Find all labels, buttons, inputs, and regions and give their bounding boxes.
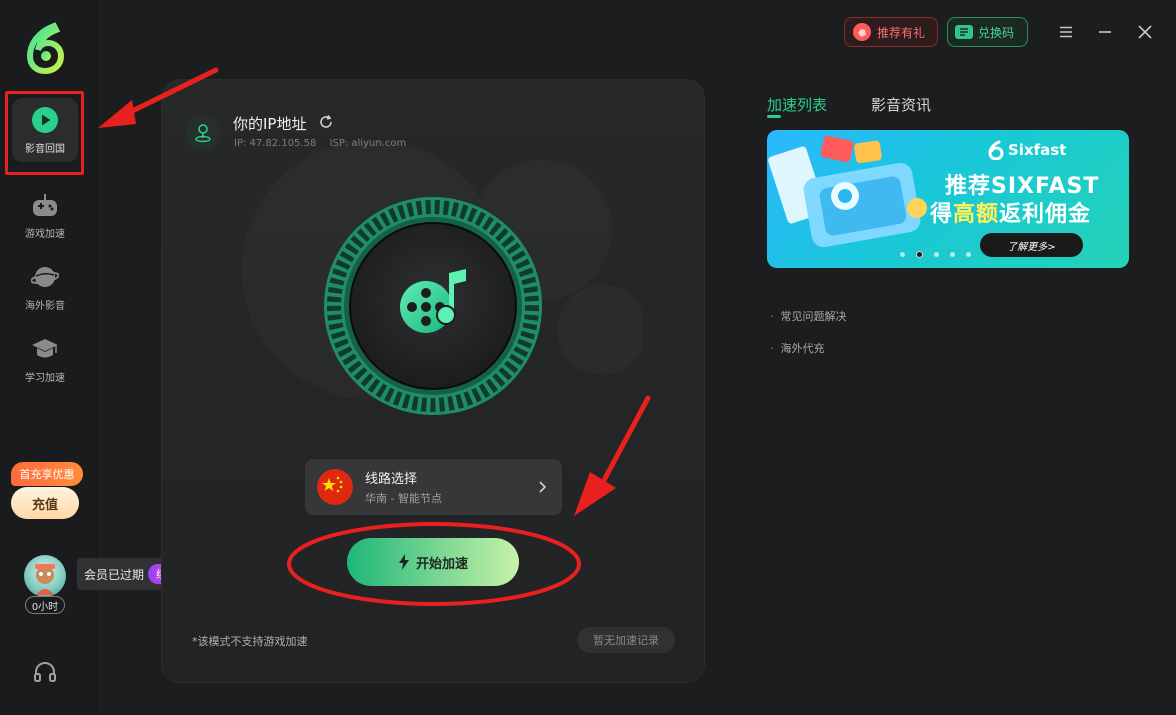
first-recharge-badge: 首充享优惠 [11, 462, 83, 486]
start-acceleration-label: 开始加速 [415, 555, 468, 571]
carousel-dots [900, 251, 971, 258]
tab-acceleration-list[interactable]: 加速列表 [767, 94, 827, 115]
redeem-code-label: 兑换码 [978, 25, 1015, 40]
refresh-icon[interactable] [317, 113, 335, 131]
sidebar-item-label: 影音回国 [25, 143, 65, 155]
carousel-dot[interactable] [966, 252, 971, 257]
recharge-button[interactable]: 充值 [11, 487, 79, 519]
remaining-hours: 0小时 [25, 596, 65, 614]
ticket-icon [955, 25, 973, 39]
play-circle-icon [30, 106, 60, 134]
ip-address-title: 你的IP地址 [233, 115, 307, 133]
referral-gift-button[interactable]: 推荐有礼 [844, 17, 938, 47]
carousel-dot[interactable] [950, 252, 955, 257]
close-icon[interactable] [1135, 22, 1155, 42]
active-tab-indicator [767, 115, 781, 118]
gamepad-icon [30, 191, 60, 219]
referral-gift-label: 推荐有礼 [877, 25, 926, 40]
sidebar: 影音回国 游戏加速 海外影音 学习加速 首充享优惠 充值 0小时 [0, 0, 101, 715]
ip-value: IP: 47.82.105.58 [234, 138, 317, 149]
promo-banner[interactable]: Sixfast 推荐SIXFAST 得高额返利佣金 了解更多> [767, 130, 1129, 268]
menu-icon[interactable] [1056, 22, 1076, 42]
start-acceleration-button[interactable]: 开始加速 [347, 538, 519, 586]
sidebar-item-label: 海外影音 [25, 300, 65, 312]
sidebar-item-video-return[interactable]: 影音回国 [12, 98, 78, 162]
banner-sub-b: 返利佣金 [999, 202, 1092, 227]
banner-sub-a: 得 [930, 202, 954, 227]
lightning-icon [398, 554, 409, 570]
app-logo [26, 22, 65, 74]
mode-note: *该模式不支持游戏加速 [192, 635, 308, 648]
route-selector[interactable]: 线路选择 华南 - 智能节点 [305, 459, 562, 515]
tab-media-news[interactable]: 影音资讯 [871, 94, 931, 115]
carousel-dot[interactable] [934, 252, 939, 257]
banner-illustration [768, 135, 927, 248]
learn-more-button[interactable]: 了解更多> [980, 233, 1083, 257]
sidebar-item-game[interactable]: 游戏加速 [12, 183, 78, 247]
accelerator-card: 你的IP地址 IP: 47.82.105.58 ISP: aliyun.com [162, 80, 704, 682]
banner-brand: Sixfast [987, 140, 1066, 160]
sidebar-item-label: 游戏加速 [25, 228, 65, 240]
carousel-dot-active[interactable] [916, 251, 923, 258]
gift-hand-icon [853, 23, 871, 41]
sidebar-item-label: 学习加速 [25, 372, 65, 384]
isp-value: ISP: aliyun.com [329, 138, 407, 149]
ip-detail: IP: 47.82.105.58 ISP: aliyun.com [234, 138, 416, 149]
sidebar-item-study[interactable]: 学习加速 [12, 327, 78, 391]
graduation-cap-icon [30, 335, 60, 363]
route-title: 线路选择 [365, 472, 418, 487]
sixfast-logo-icon [988, 140, 1004, 160]
redeem-code-button[interactable]: 兑换码 [947, 17, 1028, 47]
banner-brand-label: Sixfast [1008, 141, 1067, 159]
location-icon [185, 115, 221, 151]
route-node: 华南 - 智能节点 [365, 492, 442, 505]
china-flag-icon [317, 469, 353, 505]
banner-subheadline: 得高额返利佣金 [930, 196, 1091, 228]
chevron-right-icon [539, 481, 547, 493]
acceleration-history-button[interactable]: 暂无加速记录 [577, 627, 675, 653]
link-faq[interactable]: 常见问题解决 [770, 308, 847, 324]
planet-icon [30, 263, 60, 291]
headset-icon[interactable] [33, 660, 57, 684]
banner-sub-highlight: 高额 [953, 202, 1000, 227]
accelerator-dial[interactable] [322, 195, 544, 417]
sidebar-item-overseas-video[interactable]: 海外影音 [12, 255, 78, 319]
avatar[interactable] [24, 555, 66, 597]
membership-status: 会员已过期 [84, 567, 145, 582]
carousel-dot[interactable] [900, 252, 905, 257]
minimize-icon[interactable] [1095, 22, 1115, 42]
link-overseas-recharge[interactable]: 海外代充 [770, 340, 825, 356]
